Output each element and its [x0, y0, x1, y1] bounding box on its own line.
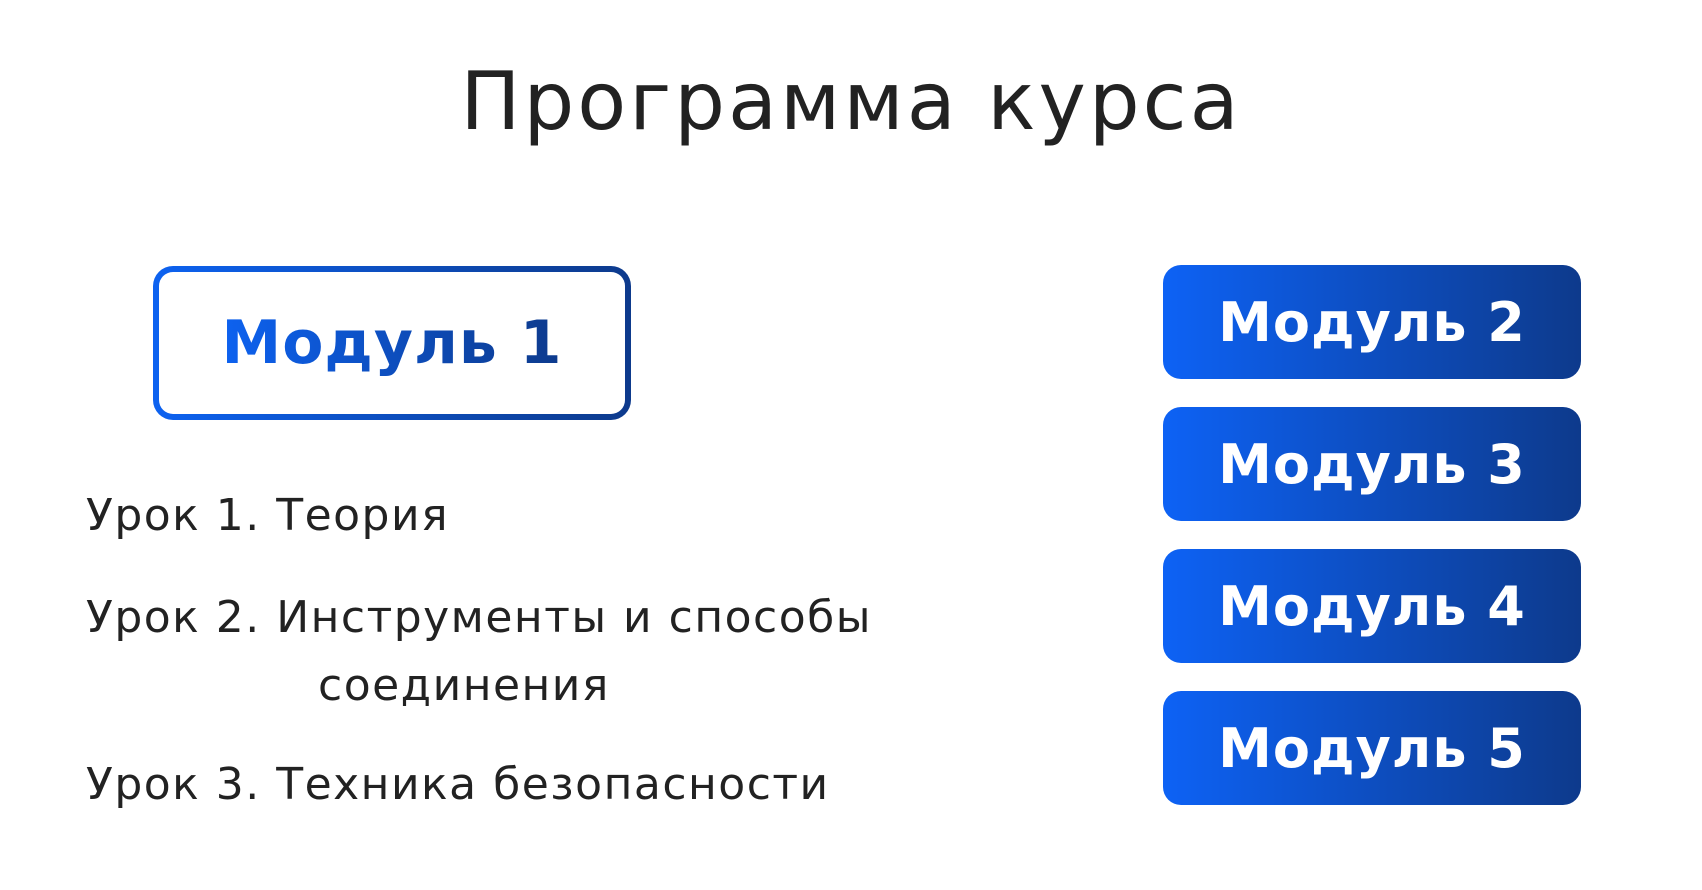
- lesson-item-2[interactable]: Урок 2. Инструменты и способы: [86, 596, 872, 640]
- module-5-button[interactable]: Модуль 5: [1163, 691, 1581, 805]
- module-1-button-inner: Модуль 1: [159, 272, 625, 414]
- module-2-label: Модуль 2: [1218, 290, 1526, 354]
- lesson-item-2-continuation[interactable]: соединения: [318, 664, 610, 708]
- page-title: Программа курса: [460, 55, 1242, 148]
- module-5-label: Модуль 5: [1218, 716, 1526, 780]
- module-1-button-active[interactable]: Модуль 1: [153, 266, 631, 420]
- module-3-button[interactable]: Модуль 3: [1163, 407, 1581, 521]
- lesson-item-3[interactable]: Урок 3. Техника безопасности: [86, 763, 830, 807]
- module-4-button[interactable]: Модуль 4: [1163, 549, 1581, 663]
- module-4-label: Модуль 4: [1218, 574, 1526, 638]
- module-2-button[interactable]: Модуль 2: [1163, 265, 1581, 379]
- module-3-label: Модуль 3: [1218, 432, 1526, 496]
- lesson-item-1[interactable]: Урок 1. Теория: [86, 494, 449, 538]
- module-1-label: Модуль 1: [221, 308, 563, 378]
